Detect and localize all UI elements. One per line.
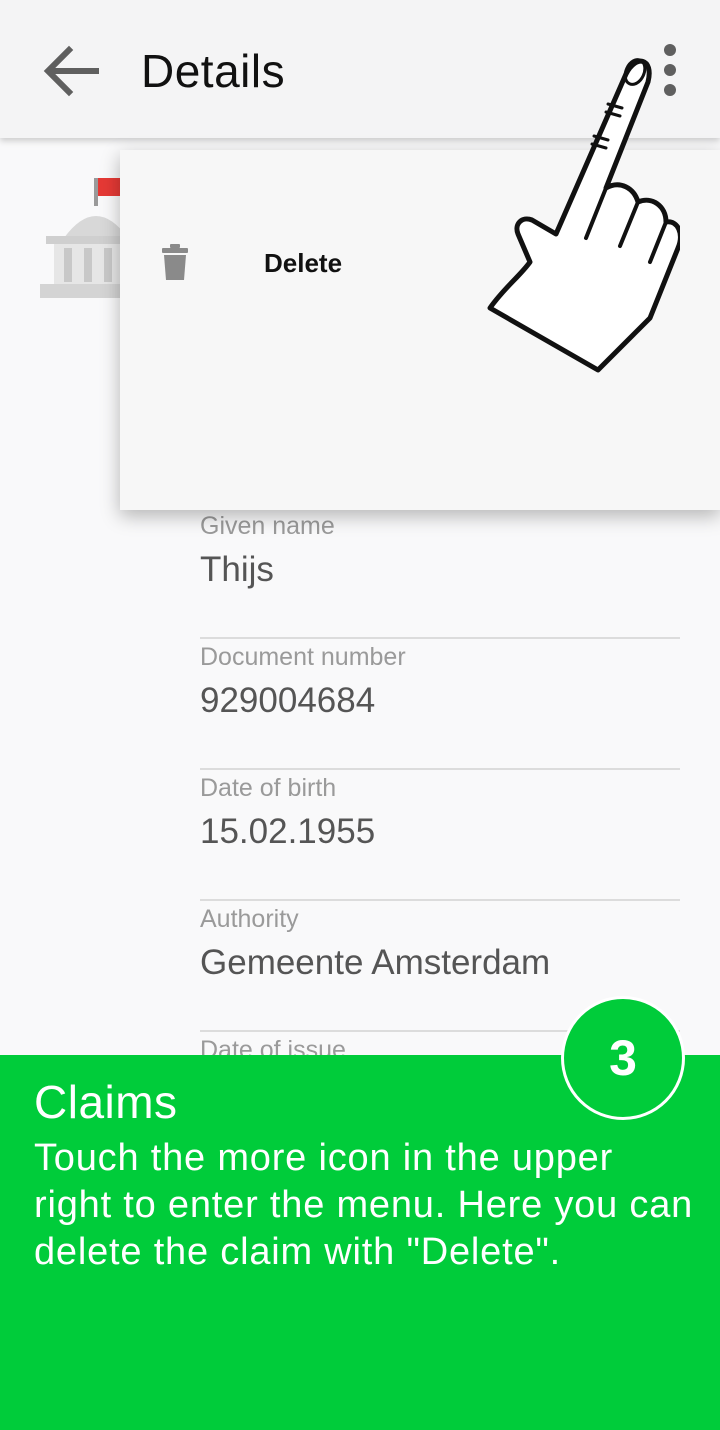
back-arrow-icon <box>43 45 99 97</box>
pointing-hand-icon <box>487 58 680 373</box>
menu-item-label: Delete <box>264 248 343 278</box>
field-label: Given name <box>200 512 335 540</box>
back-button[interactable] <box>36 36 106 106</box>
tutorial-text: Touch the more icon in the upper right t… <box>34 1137 694 1273</box>
field-value: Gemeente Amsterdam <box>200 943 551 982</box>
tutorial-title: Claims <box>34 1076 178 1128</box>
trash-icon <box>162 244 188 280</box>
field-value: Thijs <box>200 550 274 589</box>
field-label: Document number <box>200 643 406 671</box>
page-title: Details <box>141 45 286 97</box>
field-date-of-birth: Date of birth 15.02.1955 <box>200 770 680 901</box>
field-value: 929004684 <box>200 681 376 720</box>
field-given-name: Given name Thijs <box>200 508 680 639</box>
field-value: 15.02.1955 <box>200 812 376 851</box>
field-document-number: Document number 929004684 <box>200 639 680 770</box>
step-number-badge: 3 <box>561 996 685 1120</box>
field-label: Authority <box>200 905 299 933</box>
field-label: Date of birth <box>200 774 337 802</box>
